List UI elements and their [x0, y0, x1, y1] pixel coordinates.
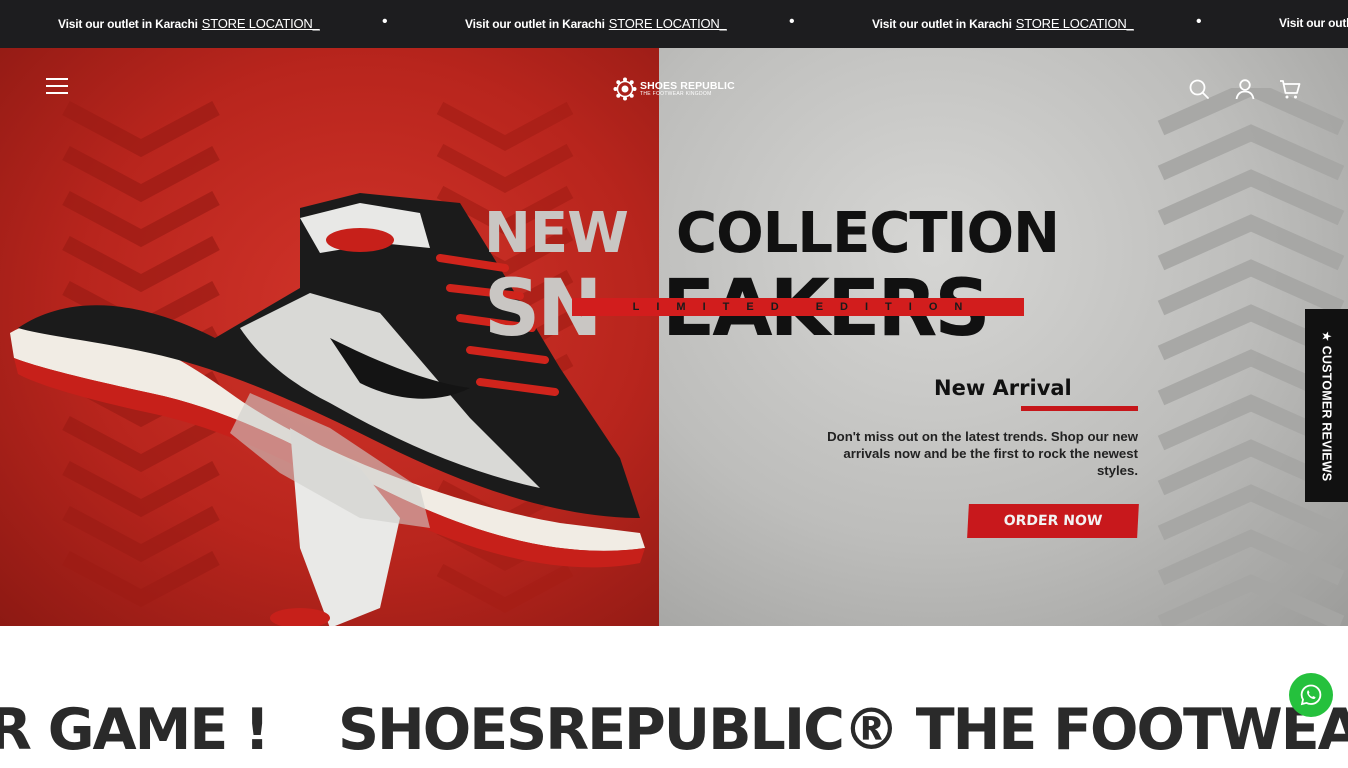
marquee-text: SHOESREPUBLIC® THE FOOTWEAR KING	[338, 697, 1348, 763]
separator-dot: •	[789, 13, 795, 30]
announcement-text: Visit our outl	[1279, 16, 1348, 30]
announcement-text: Visit our outlet in Karachi	[872, 17, 1012, 31]
logo-emblem-icon	[613, 77, 637, 101]
separator-dot: •	[1196, 13, 1202, 30]
hero-banner[interactable]: SHOES REPUBLIC THE FOOTWEAR KINGDOM NEW …	[0, 48, 1348, 626]
logo[interactable]: SHOES REPUBLIC THE FOOTWEAR KINGDOM	[613, 76, 739, 102]
announcement-item: Visit our outl	[1279, 16, 1348, 30]
scrolling-marquee: R GAME ! SHOESREPUBLIC® THE FOOTWEAR KIN…	[0, 690, 1348, 768]
whatsapp-button[interactable]	[1289, 673, 1333, 717]
announcement-bar: Visit our outlet in Karachi STORE LOCATIO…	[0, 0, 1348, 48]
marquee-text: R GAME !	[0, 697, 270, 763]
logo-name: SHOES REPUBLIC	[640, 79, 735, 92]
customer-reviews-label: ★ CUSTOMER REVIEWS	[1319, 330, 1333, 481]
hero-title-new: NEW	[484, 201, 629, 266]
new-arrival-underline	[1021, 406, 1138, 411]
account-icon[interactable]	[1234, 78, 1256, 100]
menu-button[interactable]	[46, 78, 72, 98]
limited-edition-ribbon: LIMITED EDITION	[572, 298, 1024, 316]
announcement-text: Visit our outlet in Karachi	[58, 17, 198, 31]
cart-icon[interactable]	[1279, 78, 1301, 100]
store-location-link[interactable]: STORE LOCATION_	[202, 16, 320, 31]
customer-reviews-tab[interactable]: ★ CUSTOMER REVIEWS	[1305, 309, 1348, 502]
new-arrival-heading: New Arrival	[934, 376, 1072, 400]
logo-tagline: THE FOOTWEAR KINGDOM	[640, 91, 712, 98]
store-location-link[interactable]: STORE LOCATION_	[1016, 16, 1134, 31]
hero-title-collection: COLLECTION	[676, 201, 1060, 266]
whatsapp-icon	[1300, 684, 1322, 706]
announcement-item: Visit our outlet in Karachi STORE LOCATIO…	[872, 16, 1134, 31]
hero-description: Don't miss out on the latest trends. Sho…	[827, 429, 1138, 478]
separator-dot: •	[382, 13, 388, 30]
search-icon[interactable]	[1188, 78, 1210, 100]
announcement-item: Visit our outlet in Karachi STORE LOCATIO…	[58, 16, 320, 31]
store-location-link[interactable]: STORE LOCATION_	[609, 16, 727, 31]
announcement-text: Visit our outlet in Karachi	[465, 17, 605, 31]
order-now-button[interactable]: ORDER NOW	[967, 504, 1139, 538]
announcement-item: Visit our outlet in Karachi STORE LOCATIO…	[465, 16, 727, 31]
